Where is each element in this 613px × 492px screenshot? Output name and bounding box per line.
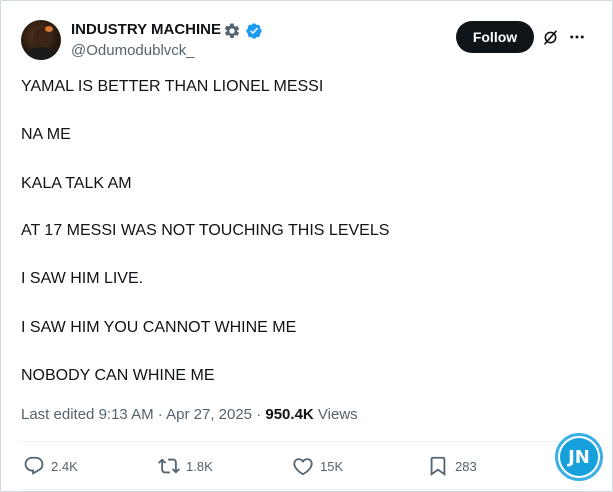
divider bbox=[21, 489, 591, 490]
verified-badge-icon[interactable] bbox=[245, 22, 263, 40]
repost-button[interactable]: 1.8K bbox=[158, 455, 213, 477]
divider bbox=[21, 441, 591, 442]
grok-icon[interactable] bbox=[541, 28, 560, 47]
avatar-body bbox=[26, 47, 56, 60]
edited-label[interactable]: Last edited bbox=[21, 406, 99, 423]
gear-icon[interactable] bbox=[223, 22, 241, 40]
heart-icon bbox=[293, 458, 313, 476]
like-button[interactable]: 15K bbox=[292, 455, 343, 477]
follow-button[interactable]: Follow bbox=[456, 21, 534, 53]
repost-icon bbox=[158, 458, 180, 474]
reply-button[interactable]: 2.4K bbox=[23, 455, 78, 477]
repost-count: 1.8K bbox=[186, 458, 213, 474]
tweet-card: INDUSTRY MACHINE @Odumodublvck_ Follow Y… bbox=[0, 0, 613, 492]
tweet-text-line: YAMAL IS BETTER THAN LIONEL MESSI bbox=[21, 78, 324, 95]
bookmark-button[interactable]: 283 bbox=[427, 455, 477, 477]
meta-separator: · bbox=[252, 406, 266, 423]
views-label: Views bbox=[313, 406, 358, 423]
avatar-highlight bbox=[45, 26, 53, 32]
tweet-meta: Last edited 9:13 AM · Apr 27, 2025 · 950… bbox=[21, 406, 358, 423]
tweet-text-line: I SAW HIM LIVE. bbox=[21, 270, 144, 287]
bookmark-count: 283 bbox=[455, 458, 477, 474]
tweet-text-line: NOBODY CAN WHINE ME bbox=[21, 367, 215, 384]
tweet-text-line: KALA TALK AM bbox=[21, 175, 132, 192]
jn-watermark-logo: JN bbox=[555, 433, 603, 481]
views-count: 950.4K bbox=[265, 406, 314, 423]
author-avatar[interactable] bbox=[21, 20, 61, 60]
tweet-date[interactable]: Apr 27, 2025 bbox=[166, 406, 252, 423]
bookmark-icon bbox=[430, 456, 446, 477]
more-icon[interactable] bbox=[568, 28, 586, 46]
tweet-text-line: I SAW HIM YOU CANNOT WHINE ME bbox=[21, 319, 297, 336]
meta-separator: · bbox=[153, 406, 167, 423]
watermark-text: JN bbox=[560, 438, 598, 476]
like-count: 15K bbox=[320, 458, 344, 474]
author-handle[interactable]: @Odumodublvck_ bbox=[71, 42, 195, 59]
tweet-text-line: NA ME bbox=[21, 126, 71, 143]
reply-count: 2.4K bbox=[51, 458, 78, 474]
author-display-name[interactable]: INDUSTRY MACHINE bbox=[71, 21, 221, 38]
tweet-time[interactable]: 9:13 AM bbox=[99, 406, 154, 423]
tweet-text-line: AT 17 MESSI WAS NOT TOUCHING THIS LEVELS bbox=[21, 222, 390, 239]
reply-icon bbox=[24, 456, 44, 475]
